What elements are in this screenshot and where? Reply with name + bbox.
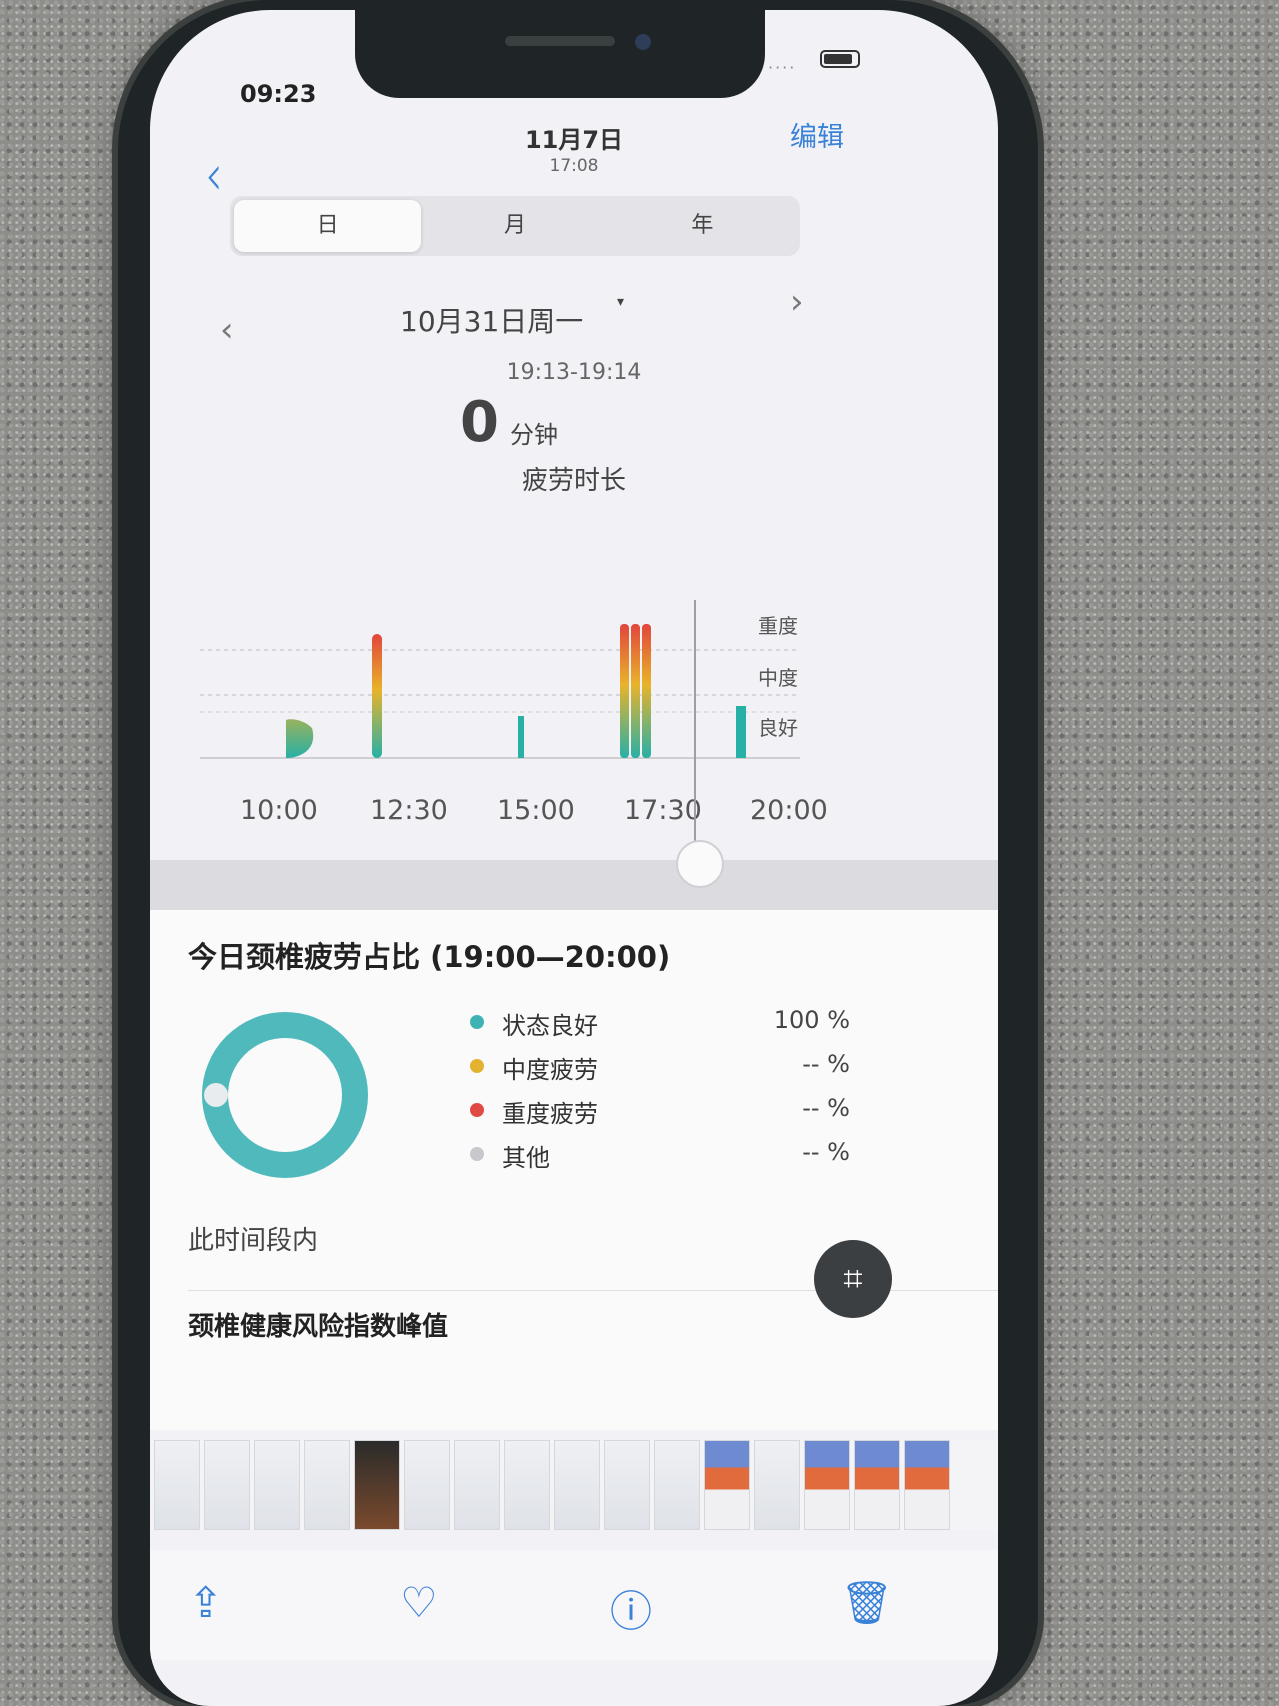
dropdown-caret-icon[interactable]: ▾ xyxy=(617,294,624,310)
fatigue-ratio-card: 今日颈椎疲劳占比 (19:00—20:00) 状态良好 100 % 中度疲劳 -… xyxy=(150,910,998,1430)
thumbnail[interactable] xyxy=(154,1440,200,1530)
thumbnail[interactable] xyxy=(254,1440,300,1530)
legend-label: 其他 xyxy=(502,1144,550,1172)
thumbnail[interactable] xyxy=(654,1440,700,1530)
donut-ring-good xyxy=(202,1012,368,1178)
front-camera xyxy=(635,34,651,50)
duration-unit: 分钟 xyxy=(510,421,558,449)
thumbnail[interactable] xyxy=(454,1440,500,1530)
legend-percent: -- % xyxy=(802,1050,850,1078)
x-tick-1500: 15:00 xyxy=(497,795,575,826)
selected-range: 19:13-19:14 xyxy=(506,360,642,385)
thumbnail[interactable] xyxy=(754,1440,800,1530)
data-mark-2 xyxy=(372,634,382,758)
fatigue-chart xyxy=(200,624,800,759)
data-mark-6 xyxy=(642,624,651,758)
signal-icon: ···· xyxy=(768,58,797,77)
photo-thumbnail-strip[interactable] xyxy=(150,1440,998,1530)
next-section-title: 颈椎健康风险指数峰值 xyxy=(188,1312,449,1342)
thumbnail[interactable] xyxy=(204,1440,250,1530)
card-footnote: 此时间段内 xyxy=(188,1226,319,1256)
thumbnail[interactable] xyxy=(354,1440,400,1530)
legend-percent: -- % xyxy=(802,1138,850,1166)
next-day-button[interactable]: › xyxy=(790,282,804,322)
photo-toolbar: ⇪ ♡ ⓘ 🗑 xyxy=(150,1550,998,1660)
legend-label: 重度疲劳 xyxy=(502,1100,598,1128)
level-good: 良好 xyxy=(758,716,798,740)
segment-year[interactable]: 年 xyxy=(609,200,796,252)
thumbnail[interactable] xyxy=(554,1440,600,1530)
duration-value: 0 xyxy=(460,390,499,455)
scrubber-handle[interactable] xyxy=(676,840,724,888)
legend-label: 中度疲劳 xyxy=(502,1056,598,1084)
trash-icon[interactable]: 🗑 xyxy=(840,1578,893,1628)
segment-day[interactable]: 日 xyxy=(234,200,422,252)
notch xyxy=(355,10,765,98)
thumbnail[interactable] xyxy=(304,1440,350,1530)
day-label[interactable]: 10月31日周一 xyxy=(400,300,583,340)
prev-day-button[interactable]: ‹ xyxy=(220,310,234,350)
photo-time: 17:08 xyxy=(549,156,599,176)
thumbnail[interactable] xyxy=(404,1440,450,1530)
phone-screen: 09:23 ···· ‹ 11月7日 17:08 编辑 日 月 年 ‹ 10月3… xyxy=(150,10,998,1706)
legend-dot-moderate xyxy=(470,1059,484,1073)
thumbnail[interactable] xyxy=(604,1440,650,1530)
legend-dot-good xyxy=(470,1015,484,1029)
scrubber-track[interactable] xyxy=(150,860,998,910)
level-moderate: 中度 xyxy=(758,666,798,690)
thumbnail[interactable] xyxy=(804,1440,850,1530)
data-mark-5 xyxy=(631,624,640,758)
data-mark-4 xyxy=(620,624,629,758)
ratio-donut-chart xyxy=(202,1012,368,1178)
level-severe: 重度 xyxy=(758,614,798,638)
legend-percent: 100 % xyxy=(773,1006,850,1034)
period-segmented-control: 日 月 年 xyxy=(230,196,800,256)
x-tick-1230: 12:30 xyxy=(370,795,448,826)
legend-row-moderate: 中度疲劳 -- % xyxy=(470,1050,850,1086)
segment-month[interactable]: 月 xyxy=(421,200,608,252)
metric-label: 疲劳时长 xyxy=(521,466,626,496)
info-icon[interactable]: ⓘ xyxy=(610,1578,652,1639)
legend-label: 状态良好 xyxy=(502,1012,598,1040)
legend-percent: -- % xyxy=(802,1094,850,1122)
scan-text-icon[interactable]: ⌗ xyxy=(814,1240,892,1318)
thumbnail[interactable] xyxy=(704,1440,750,1530)
x-tick-1730: 17:30 xyxy=(624,795,702,826)
edit-button[interactable]: 编辑 xyxy=(790,115,844,154)
legend-dot-other xyxy=(470,1147,484,1161)
speaker-grille xyxy=(505,36,615,46)
data-mark-1 xyxy=(286,638,314,758)
scrubber-line xyxy=(694,600,696,870)
x-tick-2000: 20:00 xyxy=(750,795,828,826)
data-mark-7 xyxy=(736,706,746,758)
x-tick-1000: 10:00 xyxy=(240,795,318,826)
legend-row-other: 其他 -- % xyxy=(470,1138,850,1174)
thumbnail[interactable] xyxy=(904,1440,950,1530)
status-time: 09:23 xyxy=(240,80,317,108)
thumbnail[interactable] xyxy=(854,1440,900,1530)
photo-date: 11月7日 xyxy=(524,126,624,154)
thumbnail[interactable] xyxy=(504,1440,550,1530)
data-mark-3 xyxy=(518,716,524,758)
share-icon[interactable]: ⇪ xyxy=(188,1578,223,1627)
heart-icon[interactable]: ♡ xyxy=(400,1578,438,1627)
donut-marker xyxy=(204,1083,228,1107)
legend-row-good: 状态良好 100 % xyxy=(470,1006,850,1042)
legend-dot-severe xyxy=(470,1103,484,1117)
battery-icon xyxy=(820,50,860,68)
card-title: 今日颈椎疲劳占比 (19:00—20:00) xyxy=(188,940,671,974)
legend-row-severe: 重度疲劳 -- % xyxy=(470,1094,850,1130)
